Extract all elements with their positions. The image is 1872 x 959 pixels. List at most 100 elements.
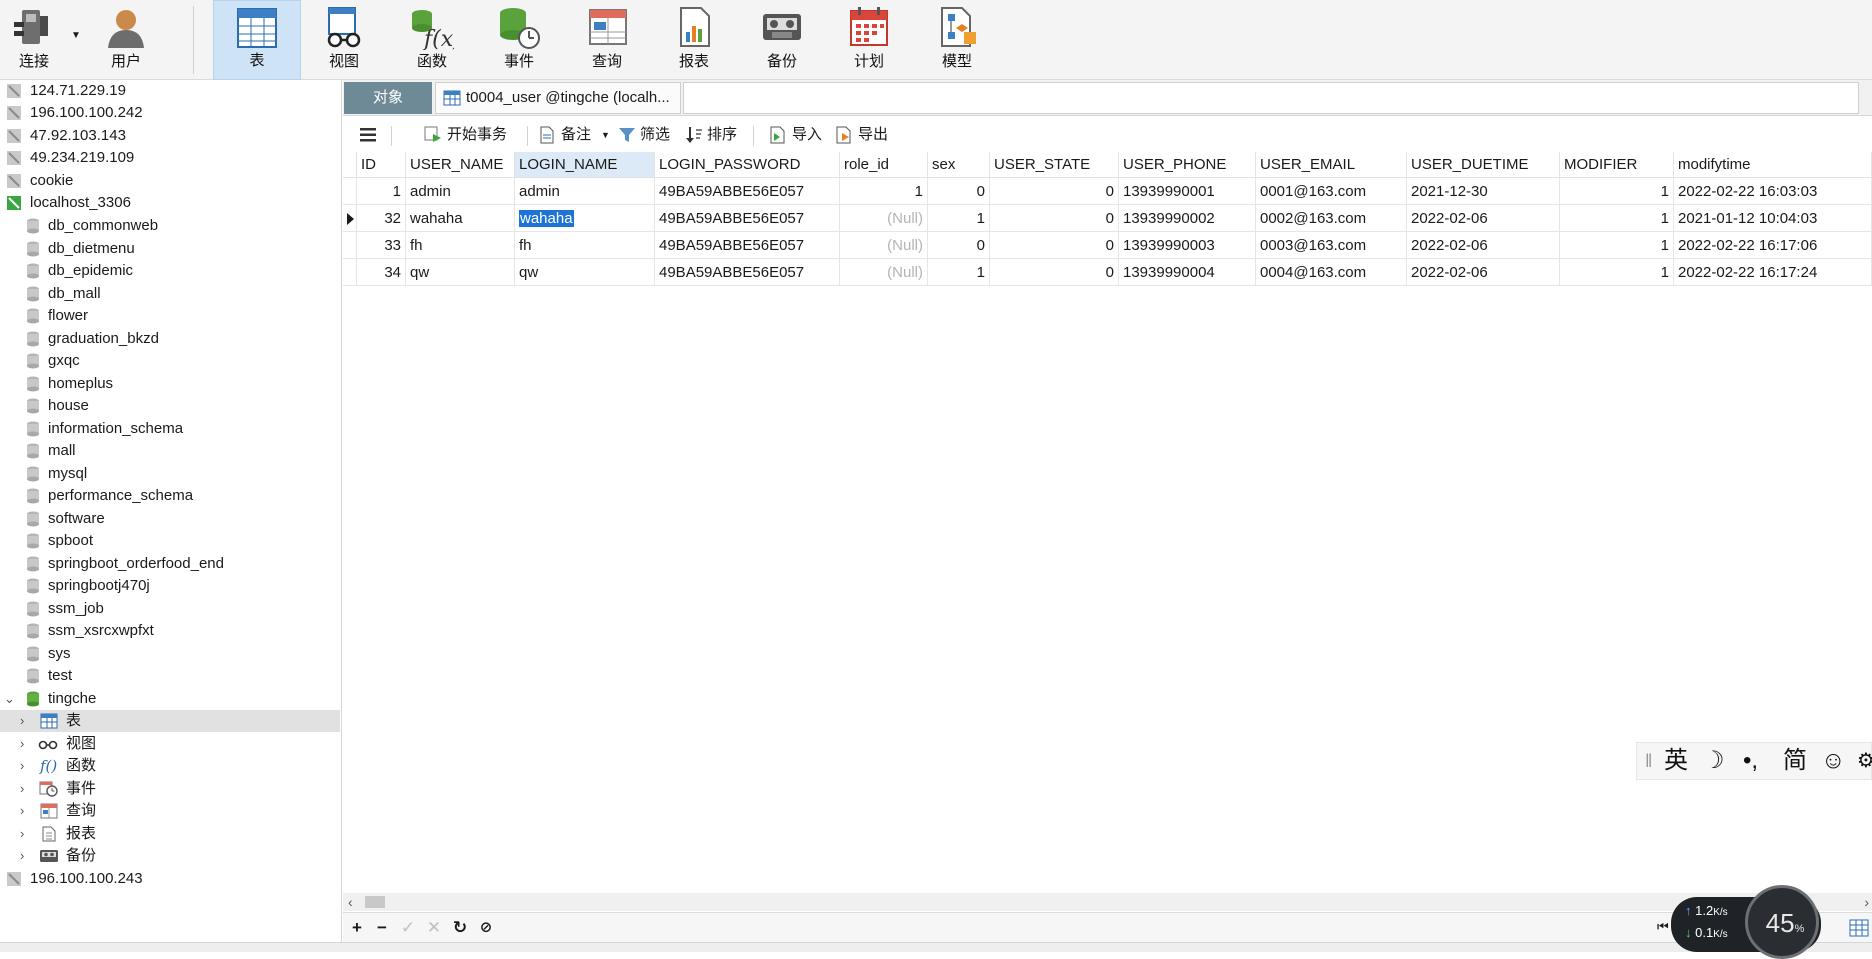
chevron-down-icon[interactable]: ⌄ (4, 688, 15, 710)
cell-user-state[interactable]: 0 (990, 205, 1119, 232)
stop-icon[interactable]: ⊘ (475, 917, 497, 939)
cell-modifytime[interactable]: 2022-02-22 16:17:24 (1674, 259, 1872, 286)
cell-user-state[interactable]: 0 (990, 178, 1119, 205)
chevron-right-icon[interactable]: › (20, 800, 24, 822)
column-header[interactable]: modifytime (1674, 152, 1872, 178)
apply-changes-icon[interactable]: ✓ (397, 917, 419, 939)
toolbar-function-button[interactable]: f(x) 函数 (402, 0, 462, 80)
cell-user-name[interactable]: fh (406, 232, 515, 259)
cell-user-email[interactable]: 0002@163.com (1256, 205, 1407, 232)
tree-database[interactable]: house (0, 395, 340, 417)
toolbar-connect-button[interactable]: 连接 (4, 0, 64, 80)
column-header[interactable]: USER_PHONE (1119, 152, 1256, 178)
ime-language-toggle[interactable]: 英 (1664, 743, 1688, 779)
cell-user-email[interactable]: 0004@163.com (1256, 259, 1407, 286)
chevron-right-icon[interactable]: › (20, 710, 24, 732)
column-header[interactable]: LOGIN_PASSWORD (655, 152, 840, 178)
tree-connection[interactable]: cookie (0, 170, 340, 192)
row-indicator[interactable] (343, 232, 357, 259)
scroll-left-icon[interactable]: ‹ (348, 893, 353, 911)
grid-view-icon[interactable] (1849, 919, 1869, 937)
cell-id[interactable]: 34 (357, 259, 406, 286)
moon-icon[interactable]: ☽ (1703, 743, 1725, 779)
cell-role-id[interactable]: (Null) (840, 232, 928, 259)
toolbar-query-button[interactable]: 查询 (577, 0, 637, 80)
filter-button[interactable]: 筛选 (618, 123, 676, 147)
tab-objects[interactable]: 对象 (344, 82, 432, 114)
tree-database[interactable]: db_commonweb (0, 215, 340, 237)
cell-user-state[interactable]: 0 (990, 259, 1119, 286)
table-row-current[interactable]: 32 wahaha wahaha 49BA59ABBE56E057 (Null)… (343, 205, 1872, 232)
tree-database[interactable]: springbootj470j (0, 575, 340, 597)
cell-modifytime[interactable]: 2021-01-12 10:04:03 (1674, 205, 1872, 232)
tree-database[interactable]: mysql (0, 463, 340, 485)
cell-user-phone[interactable]: 13939990004 (1119, 259, 1256, 286)
chevron-right-icon[interactable]: › (20, 733, 24, 755)
tree-database[interactable]: db_epidemic (0, 260, 340, 282)
tree-database[interactable]: mall (0, 440, 340, 462)
scroll-right-icon[interactable]: › (1864, 893, 1869, 911)
toolbar-model-button[interactable]: 模型 (927, 0, 987, 80)
ime-simplified-toggle[interactable]: 简 (1783, 743, 1807, 779)
toolbar-view-button[interactable]: 视图 (314, 0, 374, 80)
tree-database[interactable]: gxqc (0, 350, 340, 372)
cell-login-name[interactable]: qw (515, 259, 655, 286)
cell-user-duetime[interactable]: 2022-02-06 (1407, 232, 1560, 259)
tree-connection-active[interactable]: localhost_3306 (0, 192, 340, 214)
cell-user-duetime[interactable]: 2021-12-30 (1407, 178, 1560, 205)
menu-icon[interactable] (359, 123, 381, 147)
cell-sex[interactable]: 1 (928, 259, 990, 286)
toolbar-schedule-button[interactable]: 计划 (839, 0, 899, 80)
chevron-right-icon[interactable]: › (20, 755, 24, 777)
add-record-icon[interactable]: + (346, 917, 368, 939)
tree-connection[interactable]: 196.100.100.242 (0, 102, 340, 124)
cell-user-state[interactable]: 0 (990, 232, 1119, 259)
tree-database[interactable]: flower (0, 305, 340, 327)
tree-database[interactable]: db_dietmenu (0, 238, 340, 260)
delete-record-icon[interactable]: − (371, 917, 393, 939)
cell-user-duetime[interactable]: 2022-02-06 (1407, 259, 1560, 286)
cell-modifier[interactable]: 1 (1560, 259, 1674, 286)
tree-node-events[interactable]: › 事件 (0, 778, 340, 800)
column-header-selected[interactable]: LOGIN_NAME (515, 152, 655, 178)
cell-modifytime[interactable]: 2022-02-22 16:17:06 (1674, 232, 1872, 259)
export-button[interactable]: 导出 (834, 123, 894, 147)
chevron-right-icon[interactable]: › (20, 823, 24, 845)
tree-connection[interactable]: 47.92.103.143 (0, 125, 340, 147)
tree-node-reports[interactable]: › 报表 (0, 823, 340, 845)
column-header[interactable]: USER_EMAIL (1256, 152, 1407, 178)
cell-login-password[interactable]: 49BA59ABBE56E057 (655, 232, 840, 259)
cell-sex[interactable]: 0 (928, 232, 990, 259)
cell-role-id[interactable]: (Null) (840, 259, 928, 286)
cell-role-id[interactable]: 1 (840, 178, 928, 205)
cell-login-name-editing[interactable]: wahaha (515, 205, 655, 232)
sort-button[interactable]: 排序 (685, 123, 743, 147)
cell-user-phone[interactable]: 13939990001 (1119, 178, 1256, 205)
cell-login-password[interactable]: 49BA59ABBE56E057 (655, 259, 840, 286)
toolbar-backup-button[interactable]: 备份 (752, 0, 812, 80)
tree-database[interactable]: springboot_orderfood_end (0, 553, 340, 575)
scrollbar-thumb[interactable] (365, 896, 385, 908)
tree-database[interactable]: db_mall (0, 283, 340, 305)
cell-user-email[interactable]: 0003@163.com (1256, 232, 1407, 259)
tree-node-functions[interactable]: › f() 函数 (0, 755, 340, 777)
cell-login-name[interactable]: admin (515, 178, 655, 205)
horizontal-scrollbar[interactable]: ‹ › (343, 893, 1872, 911)
column-header[interactable]: ID (357, 152, 406, 178)
row-indicator[interactable] (343, 205, 357, 232)
column-header[interactable]: sex (928, 152, 990, 178)
tab-table-editor[interactable]: t0004_user @tingche (localh... (435, 82, 681, 114)
cell-user-phone[interactable]: 13939990002 (1119, 205, 1256, 232)
column-header[interactable]: USER_DUETIME (1407, 152, 1560, 178)
emoji-icon[interactable]: ☺ (1821, 743, 1846, 779)
settings-gear-icon[interactable]: ⚙ (1857, 743, 1872, 779)
toolbar-user-button[interactable]: 用户 (96, 0, 156, 80)
punctuation-icon[interactable]: •, (1743, 743, 1758, 779)
tree-connection[interactable]: 49.234.219.109 (0, 147, 340, 169)
cell-modifier[interactable]: 1 (1560, 205, 1674, 232)
cell-login-name[interactable]: fh (515, 232, 655, 259)
toolbar-table-button[interactable]: 表 (213, 0, 301, 80)
tree-connection[interactable]: 124.71.229.19 (0, 80, 340, 102)
row-indicator[interactable] (343, 178, 357, 205)
cell-login-password[interactable]: 49BA59ABBE56E057 (655, 178, 840, 205)
